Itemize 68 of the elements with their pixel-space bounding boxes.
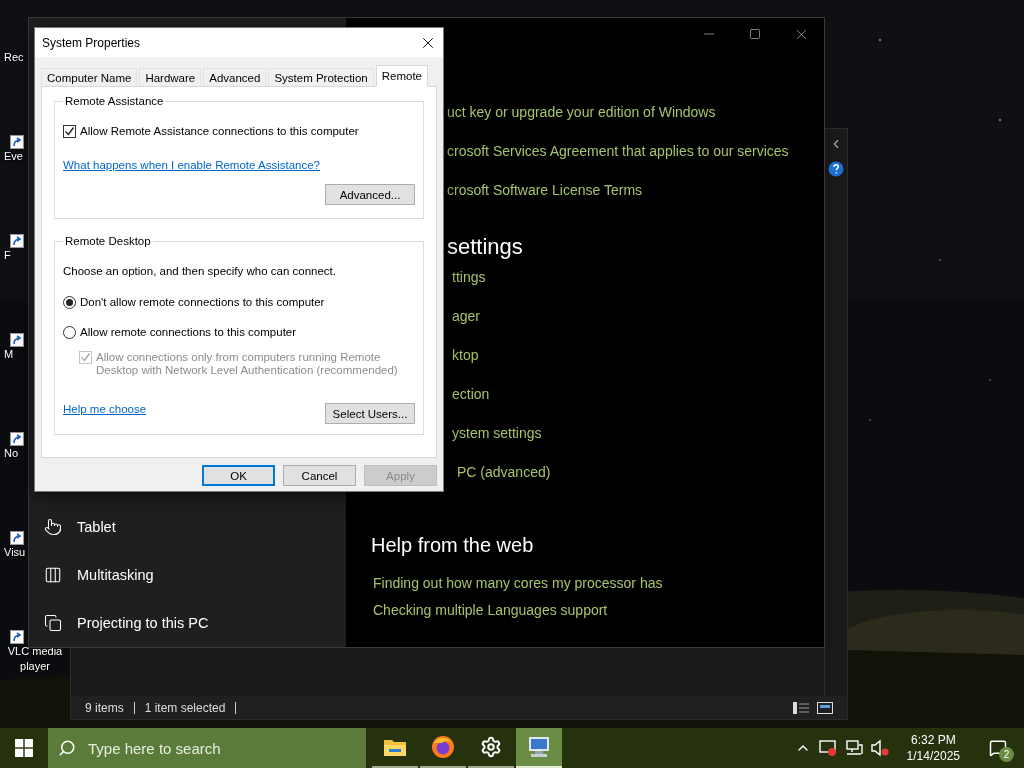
help-link[interactable]: What happens when I enable Remote Assistance? [63, 159, 320, 171]
details-view-icon[interactable] [793, 701, 809, 714]
computer-icon [526, 736, 552, 758]
desktop-icon-label[interactable]: Eve [4, 149, 23, 164]
dialog-button[interactable]: Cancel [283, 465, 356, 486]
large-icons-view-icon[interactable] [817, 701, 833, 714]
tab[interactable]: Computer Name [41, 68, 138, 87]
checkbox[interactable] [63, 125, 76, 138]
search-icon [58, 739, 76, 757]
checkbox-label: Allow connections only from computers running Remote Desktop with Network Level Authentication (recommended) [96, 351, 399, 377]
checkbox-label: Allow Remote Assistance connections to this computer [80, 125, 359, 138]
help-link[interactable]: Finding out how many cores my processor has [373, 574, 663, 591]
radio-label: Don't allow remote connections to this computer [80, 296, 325, 309]
selection-count: 1 item selected [144, 700, 226, 715]
group-legend: Remote Assistance [63, 95, 166, 107]
desktop-icon-label[interactable]: No [4, 446, 19, 461]
instruction-text: Choose an option, and then specify who can connect. [63, 265, 336, 278]
tab[interactable]: System Protection [268, 68, 374, 87]
screens-icon [44, 614, 62, 632]
settings-link[interactable]: ktop [452, 346, 479, 363]
help-link[interactable]: Help me choose [63, 403, 147, 415]
columns-icon [44, 566, 62, 584]
settings-link[interactable]: PC (advanced) [457, 463, 551, 480]
settings-link[interactable]: ection [452, 385, 490, 402]
settings-icon [480, 736, 502, 758]
section-heading: settings [447, 234, 523, 259]
settings-link[interactable]: crosoft Software License Terms [447, 181, 643, 198]
settings-link[interactable]: uct key or upgrade your edition of Windows [447, 103, 716, 120]
radio-button[interactable] [63, 296, 76, 309]
desktop-icon-label[interactable]: M [4, 347, 14, 362]
clock[interactable]: 6:32 PM 1/14/2025 [896, 732, 970, 764]
desktop-icon-label[interactable]: Rec [4, 50, 24, 65]
dialog-button[interactable]: OK [202, 465, 275, 486]
folder-icon [383, 737, 407, 757]
help-icon[interactable] [828, 161, 844, 177]
settings-link[interactable]: ager [452, 307, 481, 324]
help-link[interactable]: Checking multiple Languages support [373, 601, 608, 618]
item-count: 9 items [85, 700, 124, 715]
select-users-button[interactable]: Select Users... [325, 403, 415, 424]
browser-icon [431, 735, 455, 759]
tab[interactable]: Hardware [139, 68, 202, 87]
desktop-icon-label[interactable]: F [4, 248, 11, 263]
radio-button[interactable] [63, 326, 76, 339]
dialog-title: System Properties [42, 35, 141, 50]
desktop-icon-label[interactable]: Visu [4, 545, 26, 560]
maximize-icon[interactable] [749, 28, 761, 40]
notification-icon [989, 739, 1007, 757]
settings-link[interactable]: ttings [452, 268, 486, 285]
desktop-icon-label[interactable]: VLC media player [4, 644, 66, 674]
section-heading: Help from the web [371, 534, 534, 556]
hand-pointer-icon [44, 518, 62, 536]
tab[interactable]: Remote [375, 65, 428, 87]
windows-logo-icon [15, 739, 33, 757]
settings-link[interactable]: ystem settings [452, 424, 542, 441]
monitor-alert-icon [818, 739, 837, 757]
sidebar-item[interactable]: Projecting to this PC [29, 599, 346, 647]
search-field[interactable]: Type here to search [48, 728, 366, 768]
notification-count: 2 [999, 747, 1014, 762]
network-icon [844, 739, 863, 757]
settings-link[interactable]: crosoft Services Agreement that applies to our services [447, 142, 789, 159]
sidebar-item[interactable]: Multitasking [29, 551, 346, 599]
sidebar-item[interactable]: Tablet [29, 503, 346, 551]
speaker-muted-icon [870, 739, 889, 757]
radio-label: Allow remote connections to this computer [80, 326, 297, 339]
group-legend: Remote Desktop [63, 235, 153, 247]
advanced-button[interactable]: Advanced... [325, 184, 415, 205]
notifications-button[interactable]: 2 [978, 728, 1018, 768]
tab[interactable]: Advanced [203, 68, 267, 87]
